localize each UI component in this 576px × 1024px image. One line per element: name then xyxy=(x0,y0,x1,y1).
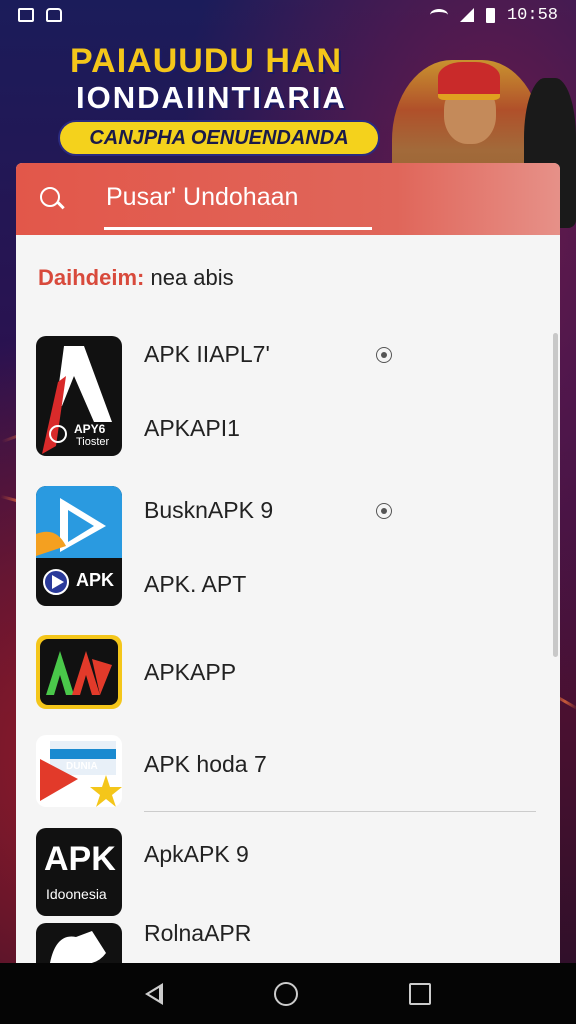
gallery-icon xyxy=(18,8,34,22)
app-icon-6[interactable] xyxy=(36,923,122,963)
banner-title: PAIAUUDU HAN xyxy=(70,42,343,80)
app-badge-top: APY6 xyxy=(74,422,106,436)
system-nav-bar xyxy=(0,963,576,1024)
app-icon-4[interactable]: DUNIA xyxy=(36,735,122,807)
section-heading-text: nea abis xyxy=(144,265,234,290)
app-title[interactable]: APK IIAPL7' xyxy=(144,341,270,368)
banner-subtitle: IONDAIINTIARIA xyxy=(76,80,347,115)
app-badge: DUNIA xyxy=(66,761,98,772)
app-icon-2[interactable]: APK xyxy=(36,486,122,606)
app-subtitle[interactable]: APK. APT xyxy=(144,571,246,598)
app-badge-bottom: Tioster xyxy=(76,436,110,448)
eye-icon[interactable] xyxy=(376,503,392,519)
app-icon-1[interactable]: APY6 Tioster xyxy=(36,336,122,456)
signal-icon xyxy=(459,8,474,22)
wifi-icon xyxy=(429,9,448,21)
battery-icon xyxy=(485,7,495,23)
app-badge-bottom: Idoonesia xyxy=(46,886,107,902)
app-title[interactable]: ApkAPK 9 xyxy=(144,841,249,868)
scrollbar[interactable] xyxy=(553,333,558,657)
search-bar[interactable]: Pusar' Undohaan xyxy=(16,163,560,235)
app-list-card: Pusar' Undohaan Daihdeim: nea abis APY6 … xyxy=(16,163,560,963)
app-title[interactable]: BusknAPK 9 xyxy=(144,497,273,524)
banner-tagline: CANJPHA OENUENDANDA xyxy=(58,120,380,156)
banner-figure-cap xyxy=(438,62,500,100)
search-underline xyxy=(104,227,372,230)
status-time: 10:58 xyxy=(506,5,558,25)
notification-icon xyxy=(46,8,62,22)
app-badge: APK xyxy=(76,570,115,590)
section-heading-accent: Daihdeim: xyxy=(38,265,145,290)
app-icon-3[interactable] xyxy=(36,635,122,709)
app-title[interactable]: RolnaAPR xyxy=(144,920,251,947)
home-icon[interactable] xyxy=(273,981,298,1006)
app-title[interactable]: APKAPP xyxy=(144,659,236,686)
search-input[interactable]: Pusar' Undohaan xyxy=(106,183,298,212)
back-icon[interactable] xyxy=(145,982,164,1005)
eye-icon[interactable] xyxy=(376,347,392,363)
app-subtitle[interactable]: APKAPI1 xyxy=(144,415,240,442)
app-title[interactable]: APK hoda 7 xyxy=(144,751,267,778)
status-bar: 10:58 xyxy=(0,0,576,30)
app-badge-top: APK xyxy=(44,840,116,878)
recent-apps-icon[interactable] xyxy=(408,982,431,1005)
section-heading: Daihdeim: nea abis xyxy=(38,265,234,291)
list-divider xyxy=(144,811,536,812)
search-icon[interactable] xyxy=(40,187,60,207)
app-icon-5[interactable]: APK Idoonesia xyxy=(36,828,122,916)
